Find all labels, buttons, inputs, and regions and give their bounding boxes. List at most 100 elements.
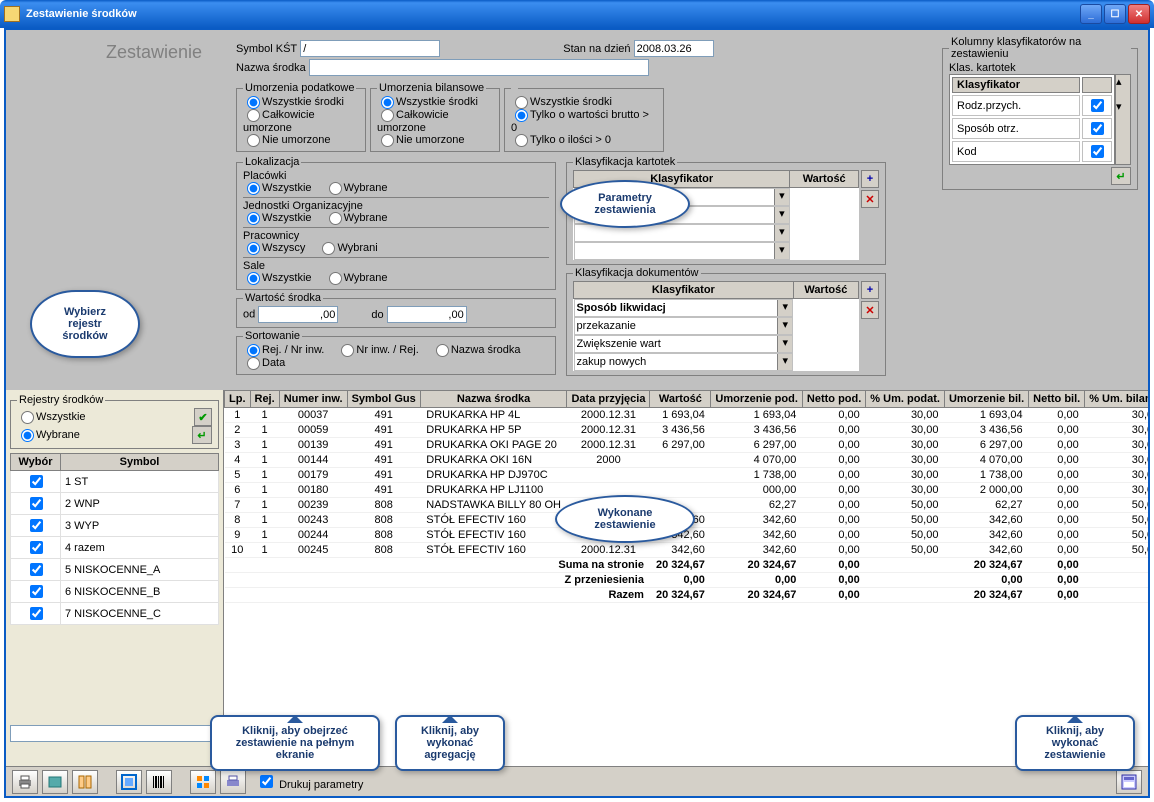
placowki-wybrane[interactable]: Wybrane — [325, 182, 388, 194]
callout-wykonane: Wykonane zestawienie — [555, 495, 695, 543]
sale-wybrane[interactable]: Wybrane — [325, 272, 388, 284]
opt-nieumorzone[interactable]: Nie umorzone — [243, 134, 330, 146]
fullscreen-button[interactable] — [116, 770, 142, 794]
dropdown-icon[interactable]: ▾ — [774, 207, 789, 223]
grid-header[interactable]: % Um. podat. — [866, 391, 945, 408]
maximize-button[interactable]: ☐ — [1104, 4, 1126, 24]
opt-wszystkie[interactable]: Wszystkie środki — [377, 96, 478, 108]
legend: Klasyfikacja kartotek — [573, 156, 677, 168]
sort-nazwa[interactable]: Nazwa środka — [432, 344, 521, 356]
titlebar[interactable]: Zestawienie środków _ ☐ ✕ — [0, 0, 1154, 28]
dropdown-icon[interactable]: ▾ — [774, 189, 789, 205]
klas-check[interactable] — [1091, 122, 1104, 135]
klas-row[interactable]: Sposób otrz. — [952, 118, 1080, 139]
grid-header[interactable]: Numer inw. — [279, 391, 347, 408]
registry-filter-input[interactable] — [10, 725, 219, 742]
print-params-button[interactable] — [220, 770, 246, 794]
reg-check[interactable] — [30, 563, 43, 576]
sort-rejnr[interactable]: Rej. / Nr inw. — [243, 344, 324, 356]
table-row[interactable]: 1100037491DRUKARKA HP 4L2000.12.311 693,… — [225, 408, 1149, 423]
opt-wszystkie[interactable]: Wszystkie środki — [243, 96, 344, 108]
pracownicy-wszyscy[interactable]: Wszyscy — [243, 242, 305, 254]
klas-check[interactable] — [1091, 145, 1104, 158]
add-row-button[interactable]: + — [861, 170, 879, 188]
sort-data[interactable]: Data — [243, 357, 285, 369]
reg-check[interactable] — [30, 519, 43, 532]
print-button[interactable] — [12, 770, 38, 794]
symbol-kst-input[interactable] — [300, 40, 440, 57]
columns-button[interactable] — [72, 770, 98, 794]
sort-nrrej[interactable]: Nr inw. / Rej. — [337, 344, 418, 356]
reg-symbol[interactable]: 1 ST — [61, 471, 219, 493]
add-row-button[interactable]: + — [861, 281, 879, 299]
reg-symbol[interactable]: 4 razem — [61, 537, 219, 559]
grid-header[interactable]: Nazwa środka — [420, 391, 567, 408]
kd-val-2[interactable] — [575, 354, 778, 370]
scrollbar[interactable]: ▴▾ — [1115, 74, 1131, 165]
kd-klas-1[interactable] — [575, 300, 778, 316]
apply-reg-button[interactable]: ↵ — [192, 426, 212, 444]
jednostki-wybrane[interactable]: Wybrane — [325, 212, 388, 224]
table-row[interactable]: 2100059491DRUKARKA HP 5P2000.12.313 436,… — [225, 423, 1149, 438]
opt-brutto[interactable]: Tylko o wartości brutto > 0 — [511, 109, 649, 134]
table-row[interactable]: 3100139491DRUKARKA OKI PAGE 202000.12.31… — [225, 438, 1149, 453]
reg-symbol[interactable]: 5 NISKOCENNE_A — [61, 559, 219, 581]
grid-header[interactable]: Umorzenie bil. — [944, 391, 1028, 408]
reg-check[interactable] — [30, 497, 43, 510]
minimize-button[interactable]: _ — [1080, 4, 1102, 24]
table-row[interactable]: 4100144491DRUKARKA OKI 16N20004 070,000,… — [225, 453, 1149, 468]
grid-header[interactable]: % Um. bilans. — [1085, 391, 1148, 408]
klas-row[interactable]: Kod — [952, 141, 1080, 162]
reg-check[interactable] — [30, 607, 43, 620]
wartosc-do-input[interactable] — [387, 306, 467, 323]
grid-wrapper[interactable]: Lp.Rej.Numer inw.Symbol GusNazwa środkaD… — [224, 390, 1148, 766]
drukuj-parametry-checkbox[interactable]: Drukuj parametry — [256, 772, 363, 791]
reg-symbol[interactable]: 7 NISKOCENNE_C — [61, 603, 219, 625]
kd-klas-2[interactable] — [575, 336, 778, 352]
barcode-button[interactable] — [146, 770, 172, 794]
grid-header[interactable]: Lp. — [225, 391, 251, 408]
klas-row[interactable]: Rodz.przych. — [952, 95, 1080, 116]
nazwa-input[interactable] — [309, 59, 649, 76]
grid-header[interactable]: Netto bil. — [1029, 391, 1085, 408]
table-row[interactable]: 5100179491DRUKARKA HP DJ970C1 738,000,00… — [225, 468, 1149, 483]
remove-row-button[interactable]: ✕ — [861, 190, 879, 208]
pracownicy-wybrani[interactable]: Wybrani — [318, 242, 377, 254]
reg-wszystkie[interactable]: Wszystkie — [17, 411, 86, 423]
reg-symbol[interactable]: 6 NISKOCENNE_B — [61, 581, 219, 603]
grid-header[interactable]: Data przyjęcia — [567, 391, 650, 408]
reg-wybrane[interactable]: Wybrane — [17, 429, 80, 441]
reg-symbol[interactable]: 3 WYP — [61, 515, 219, 537]
placowki-wszystkie[interactable]: Wszystkie — [243, 182, 312, 194]
reg-check[interactable] — [30, 475, 43, 488]
table-row[interactable]: 6100180491DRUKARKA HP LJ1100000,000,0030… — [225, 483, 1149, 498]
remove-row-button[interactable]: ✕ — [861, 301, 879, 319]
close-button[interactable]: ✕ — [1128, 4, 1150, 24]
sale-wszystkie[interactable]: Wszystkie — [243, 272, 312, 284]
wartosc-od-input[interactable] — [258, 306, 338, 323]
reg-check[interactable] — [30, 541, 43, 554]
opt-nieumorzone[interactable]: Nie umorzone — [377, 134, 464, 146]
table-row[interactable]: 10100245808STÓŁ EFECTIV 1602000.12.31342… — [225, 543, 1149, 558]
export-button[interactable] — [42, 770, 68, 794]
execute-button[interactable] — [1116, 770, 1142, 794]
reg-check[interactable] — [30, 585, 43, 598]
opt-calkowicie[interactable]: Całkowicie umorzone — [243, 109, 315, 134]
grid-header[interactable]: Umorzenie pod. — [711, 391, 803, 408]
check-all-button[interactable]: ✔ — [194, 408, 212, 426]
reg-symbol[interactable]: 2 WNP — [61, 493, 219, 515]
stan-date-input[interactable] — [634, 40, 714, 57]
opt-wszystkie[interactable]: Wszystkie środki — [511, 96, 612, 108]
opt-calkowicie[interactable]: Całkowicie umorzone — [377, 109, 449, 134]
grid-header[interactable]: Rej. — [250, 391, 279, 408]
grid-header[interactable]: Wartość — [650, 391, 711, 408]
jednostki-wszystkie[interactable]: Wszystkie — [243, 212, 312, 224]
klas-check[interactable] — [1091, 99, 1104, 112]
kd-val-1[interactable] — [575, 318, 778, 334]
summary-row: Suma na stronie20 324,6720 324,670,0020 … — [225, 558, 1149, 573]
aggregate-button[interactable] — [190, 770, 216, 794]
apply-button[interactable]: ↵ — [1111, 167, 1131, 185]
opt-ilosc[interactable]: Tylko o ilości > 0 — [511, 134, 611, 146]
grid-header[interactable]: Symbol Gus — [347, 391, 420, 408]
grid-header[interactable]: Netto pod. — [802, 391, 865, 408]
